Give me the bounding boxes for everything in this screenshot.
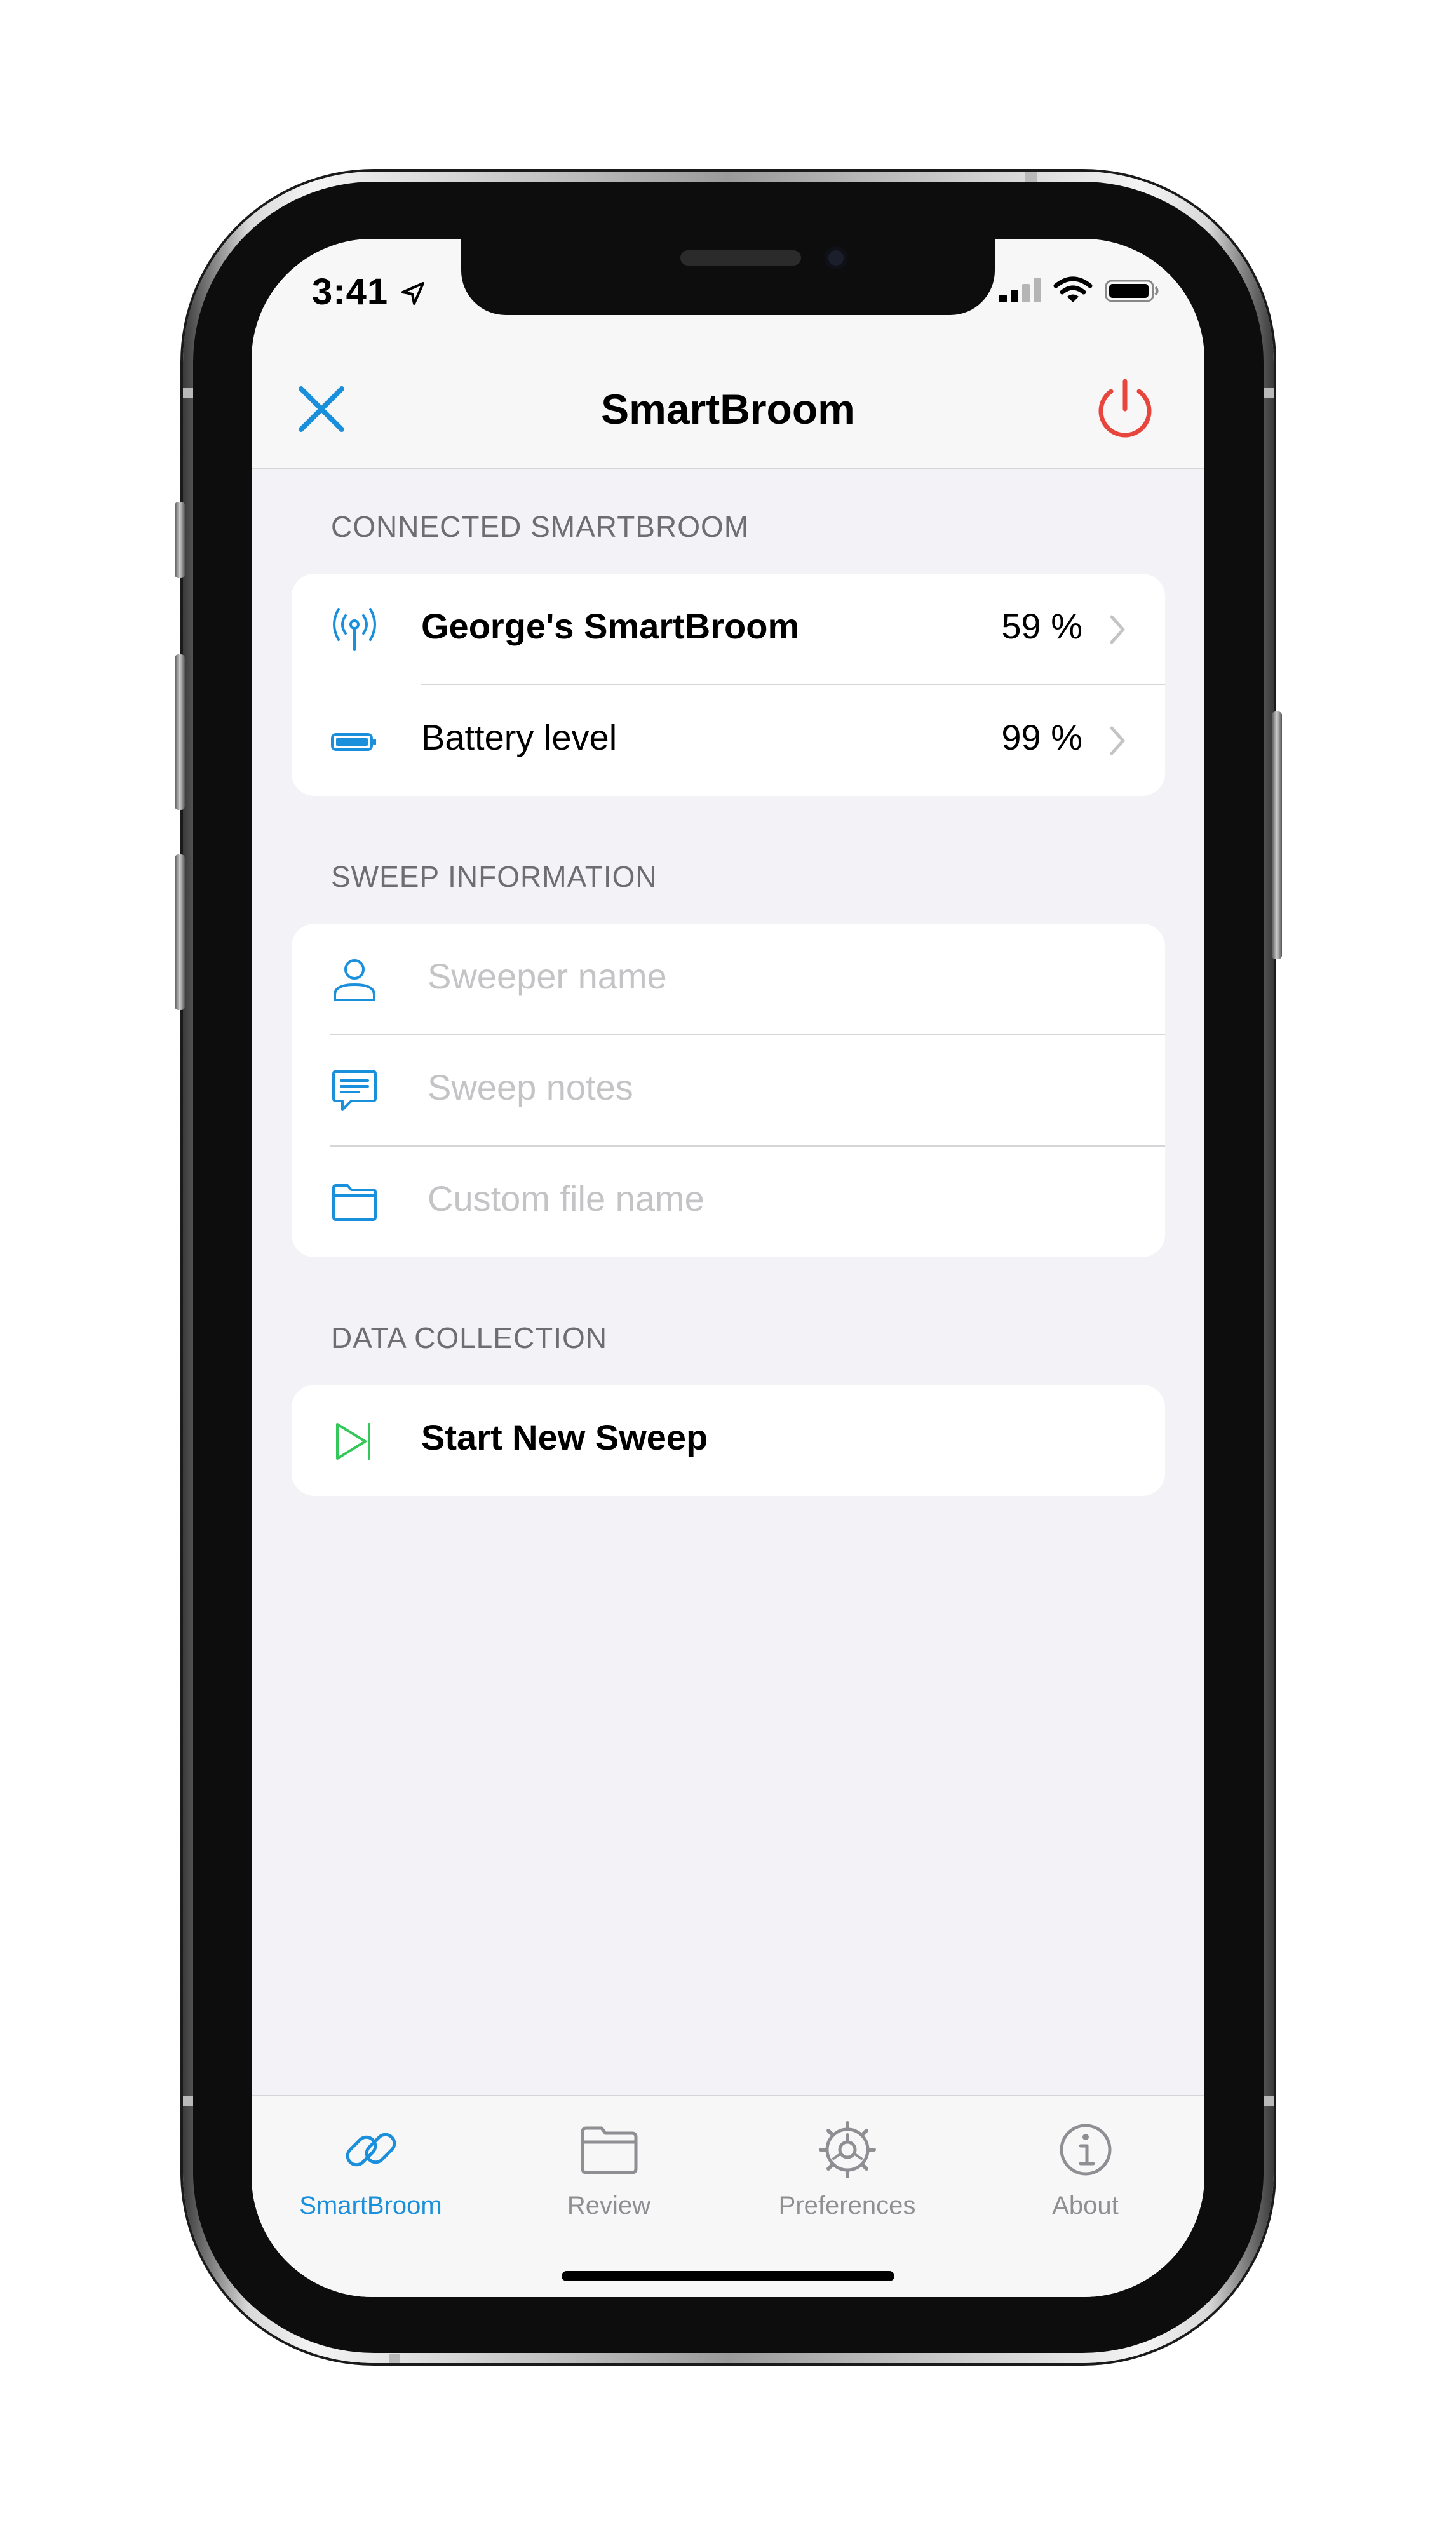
connected-card: George's SmartBroom 59 % Battery level 9… [292, 574, 1165, 796]
battery-label: Battery level [421, 717, 617, 757]
battery-icon [1105, 280, 1159, 302]
speech-bubble-icon [332, 1070, 377, 1111]
location-arrow-icon [401, 282, 424, 305]
sweep-notes-input[interactable]: Sweep notes [428, 1067, 633, 1108]
screen: 3:41 SmartBroom CONNECTED SMARTBROOM Geo… [252, 239, 1204, 2297]
tab-label: Review [567, 2192, 651, 2220]
mute-switch [175, 502, 185, 578]
antenna-band [389, 2354, 400, 2363]
person-icon [334, 959, 375, 1001]
cellular-signal-icon [999, 278, 1041, 302]
battery-icon [331, 733, 376, 751]
wifi-icon [1053, 276, 1093, 302]
folder-icon [581, 2126, 638, 2174]
earpiece-speaker [680, 250, 801, 266]
antenna-signal-icon [333, 608, 376, 651]
link-icon [346, 2133, 396, 2167]
signal-strength-value: 59 % [1001, 606, 1082, 646]
side-button [1272, 711, 1282, 959]
tab-label: Preferences [778, 2192, 916, 2220]
volume-down-button [175, 854, 185, 1010]
tab-label: About [1052, 2192, 1119, 2220]
chevron-right-icon [1110, 726, 1125, 755]
page-title: SmartBroom [601, 386, 855, 433]
chevron-right-icon [1110, 615, 1125, 644]
data-collection-card: Start New Sweep [292, 1385, 1165, 1496]
section-header-sweep: SWEEP INFORMATION [331, 860, 657, 893]
sweeper-name-field[interactable]: Sweeper name [292, 924, 1165, 1035]
custom-file-name-field[interactable]: Custom file name [292, 1146, 1165, 1257]
device-name: George's SmartBroom [421, 606, 800, 646]
tab-preferences[interactable]: Preferences [728, 2096, 966, 2223]
notch [461, 239, 995, 315]
section-header-data-collection: DATA COLLECTION [331, 1321, 608, 1354]
tab-about[interactable]: About [966, 2096, 1204, 2223]
battery-value: 99 % [1001, 717, 1082, 757]
info-icon [1060, 2124, 1112, 2176]
antenna-band [1025, 172, 1037, 182]
home-indicator[interactable] [562, 2271, 894, 2281]
tab-review[interactable]: Review [490, 2096, 728, 2223]
navigation-bar: SmartBroom [252, 315, 1204, 469]
start-new-sweep-label: Start New Sweep [421, 1417, 708, 1457]
status-time: 3:41 [312, 271, 389, 313]
start-new-sweep-button[interactable]: Start New Sweep [292, 1385, 1165, 1496]
sweep-info-card: Sweeper name Sweep notes Custom file nam… [292, 924, 1165, 1257]
tab-label: SmartBroom [299, 2192, 442, 2220]
front-camera [825, 246, 847, 269]
tab-smartbroom[interactable]: SmartBroom [252, 2096, 490, 2223]
sweeper-name-input[interactable]: Sweeper name [428, 955, 667, 997]
volume-up-button [175, 654, 185, 810]
gear-icon [819, 2121, 876, 2178]
section-header-connected: CONNECTED SMARTBROOM [331, 510, 750, 543]
folder-icon [332, 1184, 377, 1221]
custom-file-name-input[interactable]: Custom file name [428, 1178, 704, 1219]
device-row[interactable]: George's SmartBroom 59 % [292, 574, 1165, 685]
play-skip-icon [336, 1423, 370, 1460]
sweep-notes-field[interactable]: Sweep notes [292, 1035, 1165, 1146]
battery-row[interactable]: Battery level 99 % [292, 685, 1165, 796]
power-icon[interactable] [1090, 374, 1160, 443]
tab-bar: SmartBroom Review Preferences About [252, 2095, 1204, 2297]
